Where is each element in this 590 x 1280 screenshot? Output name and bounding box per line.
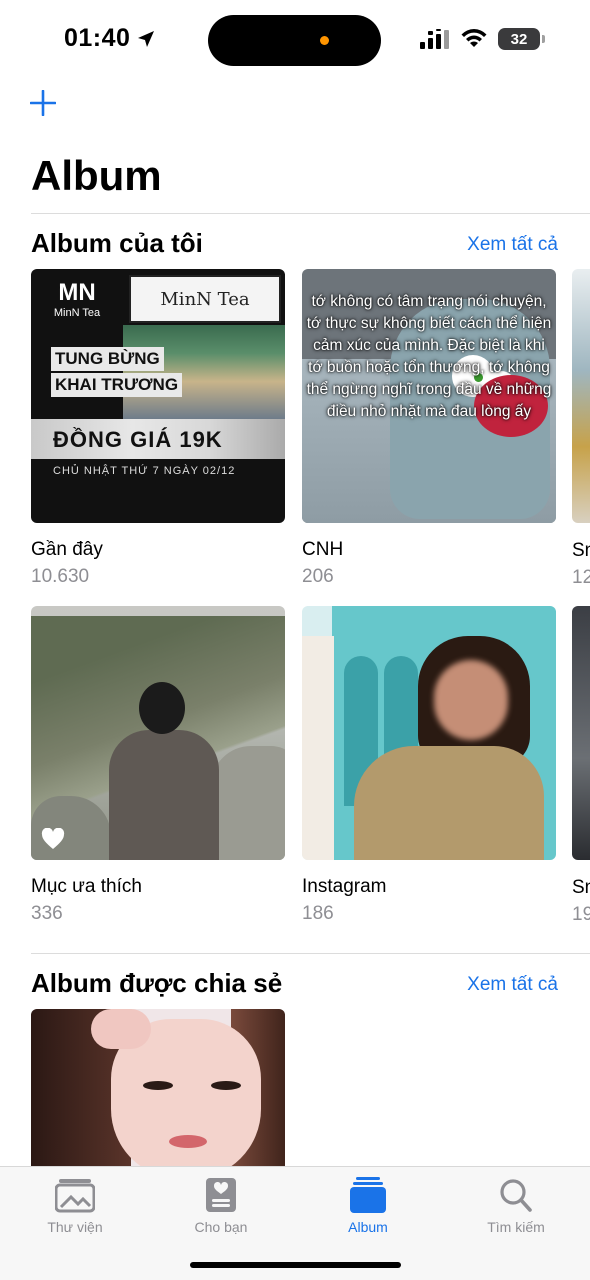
album-cnh[interactable]: tớ không có tâm trạng nói chuyện, tớ thự… bbox=[302, 269, 556, 588]
clock: 01:40 bbox=[64, 24, 131, 52]
shop-sign: MinN Tea bbox=[129, 275, 281, 323]
album-count: 206 bbox=[302, 566, 334, 587]
poster-line-1: TUNG BỪNG bbox=[51, 347, 164, 371]
album-count: 10.630 bbox=[31, 566, 90, 587]
status-bar: 01:40 32 bbox=[0, 0, 590, 80]
album-cnh-thumbnail[interactable]: tớ không có tâm trạng nói chuyện, tớ thự… bbox=[302, 269, 556, 523]
plus-icon bbox=[29, 89, 57, 117]
person-hand bbox=[91, 1009, 151, 1049]
divider bbox=[31, 213, 590, 214]
shop-front bbox=[123, 325, 285, 419]
album-icon bbox=[350, 1177, 386, 1213]
album-name: Gần đây bbox=[31, 539, 103, 560]
person-shirt bbox=[354, 746, 544, 860]
album-count: 336 bbox=[31, 903, 63, 924]
tab-search[interactable]: Tìm kiếm bbox=[456, 1177, 576, 1235]
tab-for-you[interactable]: Cho bạn bbox=[161, 1177, 281, 1235]
status-time: 01:40 bbox=[64, 24, 156, 53]
album-favorites-thumbnail[interactable] bbox=[31, 606, 285, 860]
battery-icon: 32 bbox=[498, 28, 545, 50]
album-count: 186 bbox=[302, 903, 334, 924]
album-name: CNH bbox=[302, 539, 344, 560]
location-arrow-icon bbox=[138, 30, 155, 47]
album-peek-name: Sn bbox=[572, 540, 590, 561]
wifi-icon bbox=[461, 29, 487, 47]
tab-album[interactable]: Album bbox=[308, 1177, 428, 1235]
mic-indicator-icon bbox=[320, 36, 329, 45]
search-icon bbox=[500, 1179, 532, 1212]
tab-library[interactable]: Thư viện bbox=[15, 1177, 135, 1235]
album-peek-count: 12 bbox=[572, 567, 590, 588]
album-peek-count: 19 bbox=[572, 904, 590, 925]
album-recent[interactable]: MN MinN Tea MinN Tea TUNG BỪNG KHAI TRƯƠ… bbox=[31, 269, 285, 588]
add-album-button[interactable] bbox=[29, 89, 58, 118]
poster-line-2: KHAI TRƯƠNG bbox=[51, 373, 183, 397]
my-albums-see-all-link[interactable]: Xem tất cả bbox=[467, 234, 558, 256]
album-peek-thumbnail[interactable] bbox=[572, 606, 590, 860]
person-eye bbox=[143, 1081, 173, 1090]
my-albums-title: Album của tôi bbox=[31, 228, 203, 258]
album-shared[interactable] bbox=[31, 1009, 285, 1169]
person-head bbox=[139, 682, 185, 734]
rock bbox=[211, 746, 285, 860]
person-hoodie bbox=[109, 730, 219, 860]
album-peek-thumbnail[interactable] bbox=[572, 269, 590, 523]
album-name: Instagram bbox=[302, 876, 387, 897]
heart-icon bbox=[41, 828, 65, 849]
shared-albums-see-all-link[interactable]: Xem tất cả bbox=[467, 974, 558, 996]
album-peek-name: Sn bbox=[572, 877, 590, 898]
page-title: Album bbox=[31, 152, 162, 199]
album-shared-thumbnail[interactable] bbox=[31, 1009, 285, 1169]
person-lips bbox=[169, 1135, 207, 1148]
cellular-signal-icon bbox=[420, 29, 449, 49]
shared-albums-title: Album được chia sẻ bbox=[31, 968, 283, 998]
person-eye bbox=[211, 1081, 241, 1090]
shelf bbox=[302, 636, 334, 860]
poster-price: ĐỒNG GIÁ 19K bbox=[53, 427, 223, 452]
dynamic-island bbox=[208, 15, 381, 66]
album-instagram[interactable]: Instagram 186 bbox=[302, 606, 556, 925]
album-favorites[interactable]: Mục ưa thích 336 bbox=[31, 606, 285, 925]
tab-label: Cho bạn bbox=[194, 1219, 248, 1235]
for-you-icon bbox=[206, 1178, 236, 1212]
image-caption: tớ không có tâm trạng nói chuyện, tớ thự… bbox=[306, 293, 552, 420]
album-name: Mục ưa thích bbox=[31, 876, 142, 897]
tab-label: Thư viện bbox=[47, 1219, 103, 1235]
photo-library-icon bbox=[55, 1179, 95, 1213]
blurred-face bbox=[434, 660, 508, 740]
tab-label: Tìm kiếm bbox=[487, 1219, 545, 1235]
divider bbox=[31, 953, 590, 954]
album-recent-thumbnail[interactable]: MN MinN Tea MinN Tea TUNG BỪNG KHAI TRƯƠ… bbox=[31, 269, 285, 523]
poster-note: CHỦ NHẬT THỨ 7 NGÀY 02/12 bbox=[53, 465, 236, 477]
tab-label: Album bbox=[348, 1219, 388, 1235]
album-instagram-thumbnail[interactable] bbox=[302, 606, 556, 860]
battery-level: 32 bbox=[510, 30, 528, 48]
status-indicators: 32 bbox=[420, 28, 545, 50]
home-indicator[interactable] bbox=[190, 1262, 401, 1268]
shop-logo: MN MinN Tea bbox=[53, 279, 101, 319]
